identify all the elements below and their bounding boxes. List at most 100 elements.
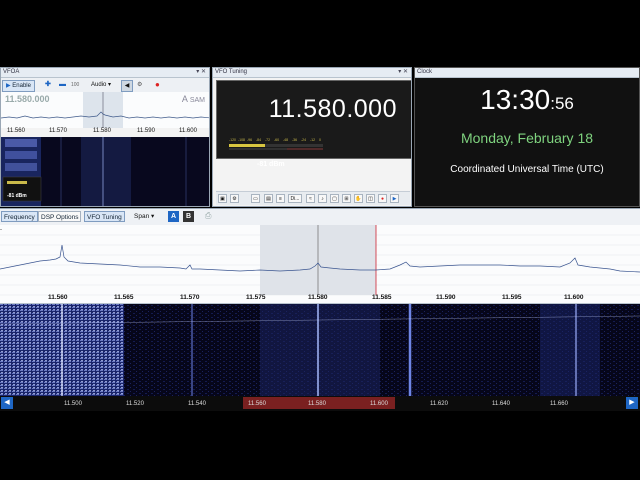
settings-icon[interactable]: ⚙ <box>230 194 239 203</box>
tab-dsp-options[interactable]: DSP Options <box>38 211 82 222</box>
vfo-tuning-panel: VFO Tuning ▾ ✕ 11.580.000 -120 -108 -96 … <box>212 67 412 207</box>
record-icon[interactable]: ● <box>155 80 160 90</box>
vfoa-toolbar: ▶ Enable ✚ ▬ 100 Audio ▾ ◀ ⚙ ● <box>1 78 209 93</box>
spectrum-axis-label: 11.560 <box>48 294 68 301</box>
plus-icon[interactable]: ✚ <box>45 80 51 90</box>
clock-title: Clock <box>417 69 433 75</box>
snapshot-icon[interactable]: ◫ <box>366 194 375 203</box>
vfo-b-button[interactable]: B <box>183 211 194 222</box>
s-meter-scale-label: -12 <box>310 138 315 142</box>
scroll-axis-label: 11.640 <box>492 401 510 407</box>
letterbox-bottom <box>0 412 640 480</box>
s-meter-scale-label: -48 <box>283 138 288 142</box>
zoom-icon[interactable]: ⊞ <box>342 194 351 203</box>
clock-panel: Clock 13:30:56 Monday, February 18 Coord… <box>414 67 640 207</box>
noise-icon[interactable]: ≈ <box>306 194 315 203</box>
vfo-tuning-titlebar: VFO Tuning ▾ ✕ <box>213 68 411 78</box>
s-meter-scale-label: -84 <box>256 138 261 142</box>
scroll-axis-label: 11.520 <box>126 401 144 407</box>
spectrum-axis-label: 11.585 <box>372 294 392 301</box>
tab-vfo-tuning[interactable]: VFO Tuning <box>84 211 125 222</box>
s-meter: -120 -108 -96 -84 -72 -60 -48 -36 -24 -1… <box>229 138 323 150</box>
record-icon[interactable]: ● <box>378 194 387 203</box>
frequency-scroll-axis[interactable]: ◀ ▶ 11.500 11.520 11.540 11.560 11.580 1… <box>0 396 640 411</box>
screen-icon[interactable]: ▭ <box>251 194 260 203</box>
vfoa-title: VFOA <box>3 69 20 75</box>
clock-hours-minutes: 13:30 <box>480 84 551 115</box>
enable-button[interactable]: ▶ Enable <box>2 80 35 92</box>
tab-frequency[interactable]: Frequency <box>1 211 38 222</box>
vfoa-panel: VFOA ▾ ✕ ▶ Enable ✚ ▬ 100 Audio ▾ ◀ ⚙ ● … <box>0 67 210 207</box>
clock-time: 13:30:56 <box>415 84 639 116</box>
vfoa-signal-level: -81 dBm <box>7 193 27 199</box>
s-meter-scale-label: -96 <box>247 138 252 142</box>
signal-level: -81 dBm <box>257 161 285 168</box>
filter-icon[interactable]: ▤ <box>264 194 273 203</box>
pin-icon[interactable]: ▾ ✕ <box>196 68 206 77</box>
svg-text:-: - <box>0 227 2 233</box>
spectrum-axis-label: 11.580 <box>308 294 328 301</box>
hand-icon[interactable]: ✋ <box>354 194 363 203</box>
spectrum-axis-label: 11.570 <box>180 294 200 301</box>
play-icon[interactable]: ▶ <box>390 194 399 203</box>
frequency-display[interactable]: 11.580.000 -120 -108 -96 -84 -72 -60 -48… <box>216 80 411 168</box>
vfoa-axis-label: 11.570 <box>49 128 67 134</box>
list-icon[interactable]: ≡ <box>276 194 285 203</box>
vfoa-frequency: 11.580.000 <box>5 94 50 104</box>
enable-label: Enable <box>12 83 31 89</box>
scroll-axis-label: 11.540 <box>188 401 206 407</box>
vfo-a-button[interactable]: A <box>168 211 179 222</box>
s-meter-scale-label: -60 <box>274 138 279 142</box>
scroll-axis-label: 11.500 <box>64 401 82 407</box>
display-icon[interactable]: ▣ <box>218 194 227 203</box>
spectrum-axis: 11.560 11.565 11.570 11.575 11.580 11.58… <box>0 294 640 303</box>
vfo-tuning-toolbar: ▣ ⚙ ▭ ▤ ≡ Di... ≈ ♪ ▢ ⊞ ✋ ◫ ● ▶ <box>216 191 410 205</box>
s-meter-scale-label: -120 <box>229 138 236 142</box>
s-meter-scale-label: -72 <box>265 138 270 142</box>
spectrum-axis-label: 11.600 <box>564 294 584 301</box>
vfoa-mode-label: SAM <box>189 97 205 104</box>
letterbox-top <box>0 0 640 67</box>
scroll-axis-label: 11.660 <box>550 401 568 407</box>
scroll-axis-label: 11.580 <box>308 401 326 407</box>
vfoa-axis-label: 11.590 <box>137 128 155 134</box>
vfoa-mode: A SAM <box>182 94 205 104</box>
vfoa-axis-label: 11.600 <box>179 128 197 134</box>
span-dropdown[interactable]: Span ▾ <box>134 212 154 220</box>
audio-icon[interactable]: ♪ <box>318 194 327 203</box>
vfoa-axis-label: 11.560 <box>7 128 25 134</box>
vfo-tuning-title: VFO Tuning <box>215 69 248 75</box>
step-value: 100 <box>71 82 80 88</box>
window-icon[interactable]: ▢ <box>330 194 339 203</box>
di-button[interactable]: Di... <box>288 194 302 203</box>
play-icon: ▶ <box>6 83 11 89</box>
spectrum-display[interactable]: - <box>0 225 640 304</box>
s-meter-scale-label: 0 <box>319 138 321 142</box>
spectrum-axis-label: 11.590 <box>436 294 456 301</box>
s-meter-scale-label: -36 <box>292 138 297 142</box>
clock-date: Monday, February 18 <box>460 130 594 146</box>
audio-dropdown[interactable]: Audio ▾ <box>91 80 111 90</box>
record-settings-icon[interactable]: ⚙ <box>137 80 142 90</box>
vfoa-mini-waterfall[interactable]: -81 dBm <box>1 137 210 207</box>
waterfall-display[interactable] <box>0 304 640 396</box>
spectrum-axis-label: 11.565 <box>114 294 134 301</box>
pin-icon[interactable]: ▾ ✕ <box>398 68 408 77</box>
speaker-icon[interactable]: ◀ <box>121 80 133 92</box>
spectrum-axis-label: 11.595 <box>502 294 522 301</box>
printer-icon[interactable]: ⎙ <box>205 211 211 221</box>
vfoa-axis: 11.560 11.570 11.580 11.590 11.600 <box>1 128 209 136</box>
vfoa-axis-label: 11.580 <box>93 128 111 134</box>
clock-seconds: :56 <box>550 94 574 113</box>
minus-icon[interactable]: ▬ <box>59 80 66 90</box>
scroll-axis-label: 11.560 <box>248 401 266 407</box>
tuned-frequency: 11.580.000 <box>268 95 397 123</box>
main-tabs-bar: Frequency DSP Options VFO Tuning Span ▾ … <box>0 208 640 226</box>
scroll-axis-label: 11.620 <box>430 401 448 407</box>
vfoa-titlebar: VFOA ▾ ✕ <box>1 68 209 78</box>
audio-label: Audio <box>91 82 107 88</box>
scroll-axis-labels: 11.500 11.520 11.540 11.560 11.580 11.60… <box>0 401 640 411</box>
scroll-axis-label: 11.600 <box>370 401 388 407</box>
span-label: Span <box>134 213 150 220</box>
s-meter-scale-label: -24 <box>301 138 306 142</box>
